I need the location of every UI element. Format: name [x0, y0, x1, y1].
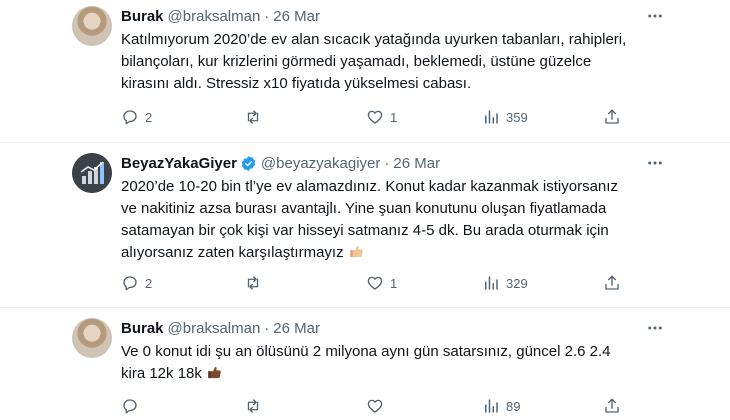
avatar[interactable] [72, 153, 112, 193]
tweet-date[interactable]: 26 Mar [273, 320, 320, 337]
retweet-button[interactable] [244, 107, 268, 127]
share-icon [605, 398, 619, 413]
heart-icon [367, 276, 383, 290]
avatar[interactable] [72, 6, 112, 46]
like-button[interactable]: 1 [366, 107, 397, 127]
reply-icon [123, 276, 137, 291]
display-name[interactable]: Burak [121, 8, 164, 25]
tweet[interactable]: BeyazYakaGiyer @beyazyakagiyer · 26 Mar … [0, 143, 730, 308]
user-handle[interactable]: @braksalman [168, 320, 261, 337]
views-button[interactable]: 329 [482, 273, 528, 293]
tweet-actions: 2 1 329 [121, 273, 641, 293]
tweet-text: Katılmıyorum 2020’de ev alan sıcacık yat… [121, 31, 627, 92]
retweet-button[interactable] [244, 396, 268, 416]
retweet-icon [247, 110, 259, 124]
tweet-text: 2020’de 10-20 bin tl’ye ev alamazdınız. … [121, 178, 618, 261]
like-button[interactable] [366, 396, 390, 416]
views-icon [485, 110, 498, 124]
tweet-header: Burak @braksalman · 26 Mar [121, 6, 320, 26]
more-options-icon[interactable] [646, 7, 664, 25]
like-count: 1 [390, 275, 398, 291]
reply-icon [123, 110, 137, 125]
tweet-date[interactable]: 26 Mar [393, 155, 440, 172]
separator-dot: · [384, 154, 390, 172]
avatar[interactable] [72, 318, 112, 358]
tweet-actions: 2 1 359 [121, 107, 641, 127]
separator-dot: · [264, 319, 270, 337]
heart-icon [367, 399, 383, 413]
tweet-header: BeyazYakaGiyer @beyazyakagiyer · 26 Mar [121, 153, 440, 173]
views-button[interactable]: 359 [482, 107, 528, 127]
more-options-icon[interactable] [646, 319, 664, 337]
more-options-icon[interactable] [646, 154, 664, 172]
share-icon [605, 109, 619, 124]
tweet-header: Burak @braksalman · 26 Mar [121, 318, 320, 338]
reply-button[interactable] [121, 396, 145, 416]
tweet[interactable]: Burak @braksalman · 26 Mar Ve 0 konut id… [0, 308, 730, 420]
like-button[interactable]: 1 [366, 273, 397, 293]
tweet-text: Ve 0 konut idi şu an ölüsünü 2 milyona a… [121, 343, 611, 382]
reply-count: 2 [145, 275, 153, 291]
share-icon [605, 275, 619, 290]
thumbs-up-dark-icon [208, 366, 221, 379]
thumbs-up-light-icon [349, 245, 363, 258]
tweet[interactable]: Burak @braksalman · 26 Mar Katılmıyorum … [0, 0, 730, 143]
separator-dot: · [264, 7, 270, 25]
views-button[interactable]: 89 [482, 396, 520, 416]
share-button[interactable] [603, 273, 621, 293]
reply-button[interactable]: 2 [121, 273, 152, 293]
tweet-text-container: 2020’de 10-20 bin tl’ye ev alamazdınız. … [121, 176, 631, 264]
views-count: 329 [506, 275, 528, 291]
retweet-button[interactable] [244, 273, 268, 293]
views-icon [485, 276, 498, 290]
heart-icon [367, 110, 383, 124]
retweet-icon [247, 399, 259, 413]
verified-badge-icon [241, 155, 256, 171]
views-count: 89 [506, 398, 521, 414]
reply-button[interactable]: 2 [121, 107, 152, 127]
views-count: 359 [506, 109, 528, 125]
views-icon [485, 399, 498, 413]
user-handle[interactable]: @beyazyakagiyer [261, 155, 380, 172]
display-name[interactable]: BeyazYakaGiyer [121, 155, 237, 172]
tweet-date[interactable]: 26 Mar [273, 8, 320, 25]
chart-logo-icon [72, 153, 112, 193]
user-handle[interactable]: @braksalman [168, 8, 261, 25]
reply-icon [123, 399, 137, 414]
reply-count: 2 [145, 109, 153, 125]
retweet-icon [247, 276, 259, 290]
like-count: 1 [390, 109, 398, 125]
share-button[interactable] [603, 107, 621, 127]
tweet-text-container: Ve 0 konut idi şu an ölüsünü 2 milyona a… [121, 341, 631, 385]
display-name[interactable]: Burak [121, 320, 164, 337]
tweet-actions: 89 [121, 396, 641, 416]
share-button[interactable] [603, 396, 621, 416]
